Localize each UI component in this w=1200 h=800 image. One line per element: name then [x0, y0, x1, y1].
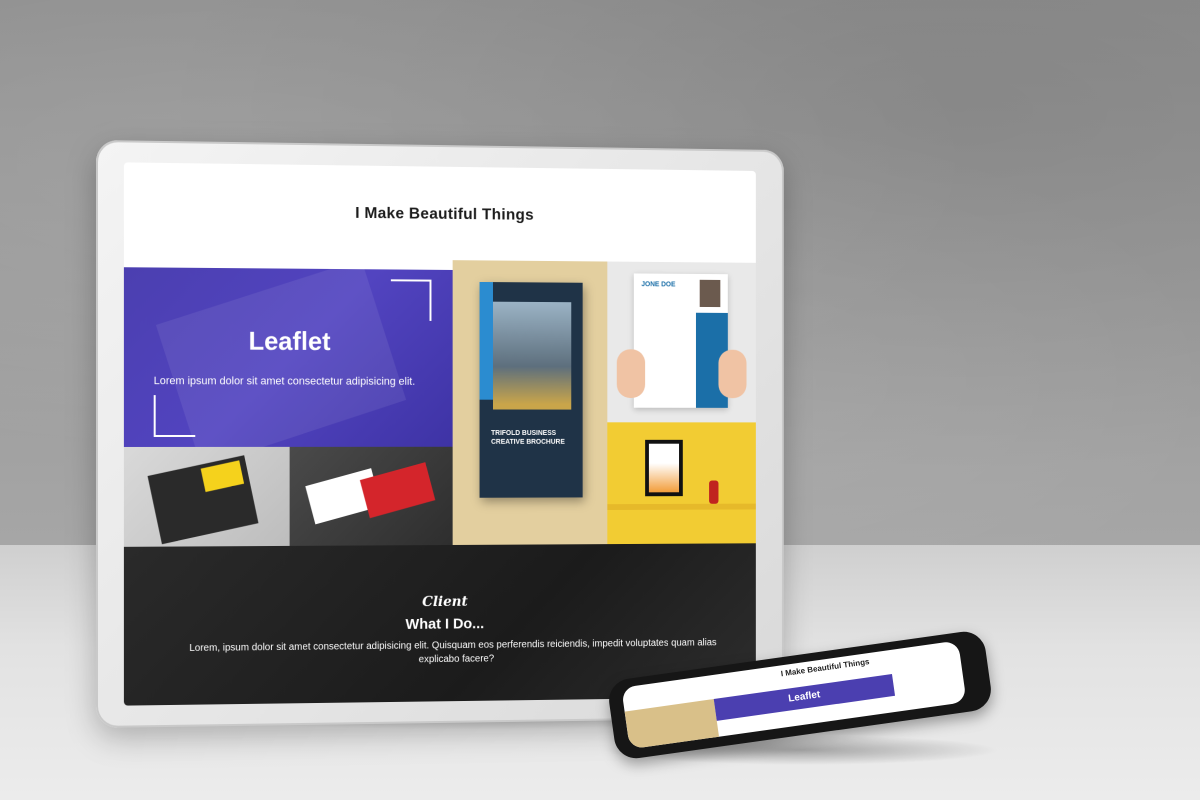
corner-frame-bottom-left	[153, 395, 196, 437]
phone-brochure-tile[interactable]	[624, 699, 720, 750]
resume-paper: JONE DOE	[633, 273, 728, 408]
business-cards-tile[interactable]	[289, 446, 453, 546]
corner-frame-top-right	[390, 279, 432, 321]
frame-tile[interactable]	[607, 422, 756, 545]
resume-name: JONE DOE	[641, 281, 676, 289]
frame-picture	[645, 439, 683, 497]
hand-left-image	[616, 349, 646, 399]
resume-avatar	[699, 279, 721, 308]
resume-tile[interactable]: JONE DOE	[607, 261, 756, 423]
what-i-do-text: Lorem, ipsum dolor sit amet consectetur …	[189, 637, 717, 666]
flyer-document	[147, 455, 259, 545]
brochure-stripe	[479, 281, 493, 400]
brochure-photo	[492, 301, 572, 410]
site-title: I Make Beautiful Things	[355, 205, 534, 224]
brochure-caption: TRIFOLD BUSINESS CREATIVE BROCHURE	[491, 430, 565, 446]
leaflet-tile[interactable]: Leaflet Lorem ipsum dolor sit amet conse…	[123, 267, 453, 447]
brochure-panel: TRIFOLD BUSINESS CREATIVE BROCHURE	[479, 281, 583, 498]
tablet-screen: I Make Beautiful Things Leaflet Lorem ip…	[123, 162, 756, 706]
hand-right-image	[718, 349, 747, 399]
phone-leaflet-tile[interactable]: Leaflet	[713, 673, 896, 721]
what-i-do-heading: What I Do...	[405, 615, 485, 633]
client-script-label: Client	[422, 593, 468, 611]
leaflet-heading: Leaflet	[248, 325, 331, 356]
shelf	[607, 503, 756, 511]
vase-image	[709, 480, 719, 504]
flyer-tile[interactable]	[123, 446, 290, 547]
tablet-device: I Make Beautiful Things Leaflet Lorem ip…	[96, 140, 784, 728]
leaflet-description: Lorem ipsum dolor sit amet consectetur a…	[153, 375, 416, 388]
brochure-tile[interactable]: TRIFOLD BUSINESS CREATIVE BROCHURE	[452, 260, 608, 545]
